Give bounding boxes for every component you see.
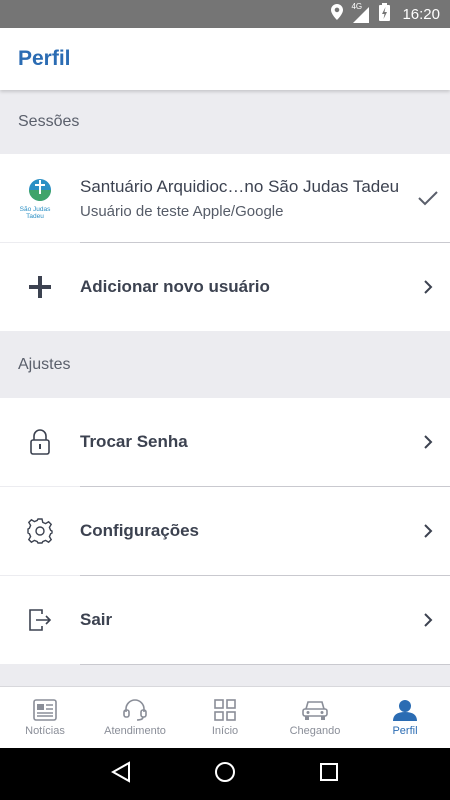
recents-icon[interactable] — [319, 762, 339, 787]
change-password-button[interactable]: Trocar Senha — [0, 398, 450, 486]
person-icon — [393, 699, 417, 721]
settings-button[interactable]: Configurações — [0, 487, 450, 575]
grid-icon — [214, 698, 236, 721]
chevron-right-icon — [406, 243, 450, 331]
chevron-right-icon — [406, 576, 450, 664]
network-type: 4G — [351, 2, 363, 11]
logo-text: São Judas Tadeu — [19, 206, 51, 220]
news-icon — [33, 698, 57, 721]
section-title: Ajustes — [18, 355, 71, 373]
session-subtitle: Usuário de teste Apple/Google — [80, 202, 284, 220]
page-title: Perfil — [18, 47, 71, 70]
nav-news[interactable]: Notícias — [0, 687, 90, 748]
section-header-settings: Ajustes — [0, 331, 450, 398]
nav-label: Perfil — [392, 724, 418, 737]
bottom-nav: Notícias Atendimento Início Chegando Per… — [0, 686, 450, 748]
gear-icon — [0, 487, 80, 575]
car-icon — [302, 700, 328, 720]
logout-icon — [0, 576, 80, 664]
clock: 16:20 — [402, 5, 440, 23]
section-title: Sessões — [18, 113, 80, 130]
checkmark-icon — [406, 154, 450, 242]
session-name: Santuário Arquidioc…no São Judas Tadeu — [80, 176, 400, 196]
nav-support[interactable]: Atendimento — [90, 687, 180, 748]
logout-label: Sair — [80, 610, 113, 629]
system-nav-bar — [0, 748, 450, 800]
session-logo — [0, 154, 80, 242]
logout-button[interactable]: Sair — [0, 576, 450, 664]
back-icon[interactable] — [111, 760, 131, 788]
nav-label: Notícias — [25, 724, 65, 737]
nav-label: Atendimento — [104, 724, 166, 737]
nav-home[interactable]: Início — [180, 687, 270, 748]
add-user-button[interactable]: Adicionar novo usuário — [0, 243, 450, 331]
settings-label: Configurações — [80, 521, 200, 540]
headset-icon — [123, 698, 147, 721]
chevron-right-icon — [406, 398, 450, 486]
lock-icon — [0, 398, 80, 486]
change-password-label: Trocar Senha — [80, 432, 188, 451]
session-row-current[interactable]: São Judas Tadeu Santuário Arquidioc…no S… — [0, 154, 450, 242]
plus-icon — [0, 243, 80, 331]
section-header-sessions: Sessões — [0, 90, 450, 154]
nav-label: Chegando — [289, 724, 341, 737]
nav-label: Início — [211, 724, 239, 737]
app-bar: Perfil — [0, 28, 450, 90]
add-user-label: Adicionar novo usuário — [80, 277, 270, 296]
nav-arriving[interactable]: Chegando — [270, 687, 360, 748]
home-circle-icon[interactable] — [214, 761, 236, 788]
battery-icon — [379, 3, 391, 25]
divider — [80, 664, 450, 665]
location-icon — [331, 4, 344, 24]
signal-icon: 4G — [351, 2, 371, 23]
chevron-right-icon — [406, 487, 450, 575]
nav-profile[interactable]: Perfil — [360, 687, 450, 748]
status-bar: 4G 16:20 — [0, 0, 450, 28]
